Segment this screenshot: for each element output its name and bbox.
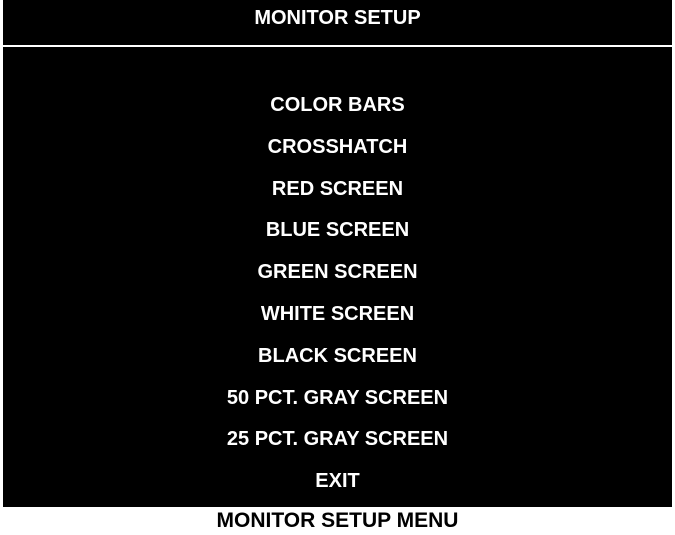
title-divider xyxy=(3,45,672,47)
menu-item-green-screen[interactable]: GREEN SCREEN xyxy=(3,257,672,299)
monitor-setup-screen: MONITOR SETUP COLOR BARS CROSSHATCH RED … xyxy=(3,0,672,507)
menu-item-exit[interactable]: EXIT xyxy=(3,466,672,508)
menu-item-50-pct-gray-screen[interactable]: 50 PCT. GRAY SCREEN xyxy=(3,383,672,425)
menu-item-black-screen[interactable]: BLACK SCREEN xyxy=(3,341,672,383)
menu-item-white-screen[interactable]: WHITE SCREEN xyxy=(3,299,672,341)
menu-item-blue-screen[interactable]: BLUE SCREEN xyxy=(3,215,672,257)
menu-item-color-bars[interactable]: COLOR BARS xyxy=(3,90,672,132)
screen-title: MONITOR SETUP xyxy=(254,7,421,29)
menu-item-crosshatch[interactable]: CROSSHATCH xyxy=(3,132,672,174)
menu-item-red-screen[interactable]: RED SCREEN xyxy=(3,174,672,216)
figure-caption: MONITOR SETUP MENU xyxy=(216,509,459,532)
monitor-setup-menu: COLOR BARS CROSSHATCH RED SCREEN BLUE SC… xyxy=(3,90,672,508)
menu-item-25-pct-gray-screen[interactable]: 25 PCT. GRAY SCREEN xyxy=(3,424,672,466)
